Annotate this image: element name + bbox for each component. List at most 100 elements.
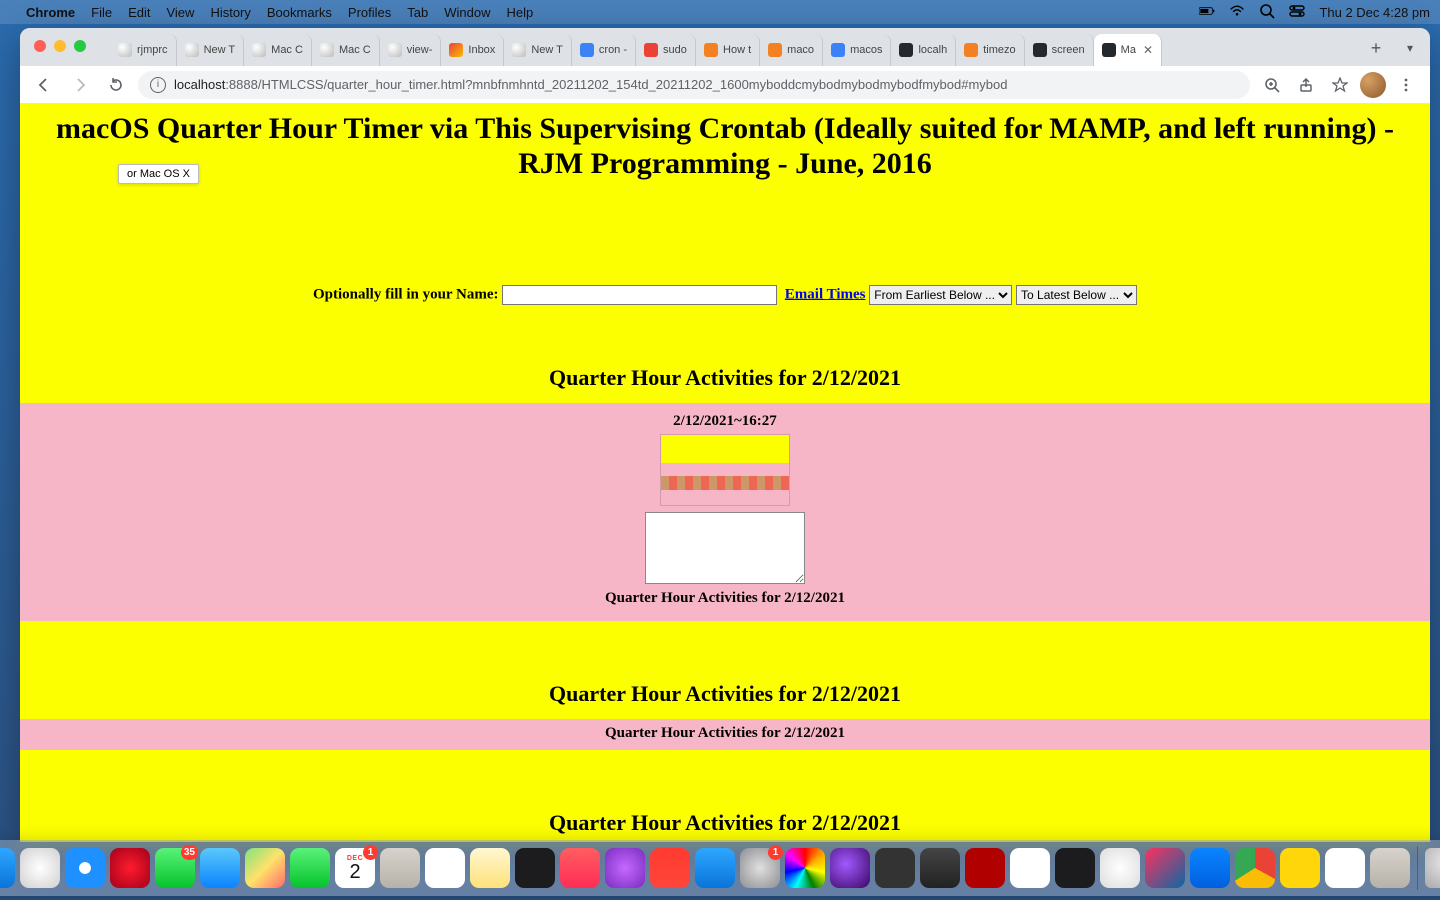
chrome-menu-icon[interactable] (1392, 71, 1420, 99)
name-input[interactable] (502, 285, 777, 305)
dock-warn-icon[interactable] (1280, 848, 1320, 888)
menu-edit[interactable]: Edit (128, 5, 150, 20)
wifi-icon[interactable] (1229, 3, 1245, 22)
profile-avatar[interactable] (1360, 72, 1386, 98)
dock-notes-icon[interactable] (470, 848, 510, 888)
browser-tab[interactable]: Inbox (441, 34, 504, 66)
dock-contacts-icon[interactable] (380, 848, 420, 888)
battery-icon[interactable] (1199, 3, 1215, 22)
dock-messages-icon[interactable]: 35 (155, 848, 195, 888)
dock-textedit-icon[interactable] (1325, 848, 1365, 888)
tab-favicon (449, 43, 463, 57)
dock-finder-icon[interactable] (0, 848, 15, 888)
dock-badge: 35 (181, 845, 198, 860)
bookmark-star-icon[interactable] (1326, 71, 1354, 99)
dock-reminders-icon[interactable] (425, 848, 465, 888)
tab-title: New T (204, 44, 236, 56)
dock-tv-icon[interactable] (515, 848, 555, 888)
browser-tab[interactable]: Mac C (312, 34, 380, 66)
page-title: macOS Quarter Hour Timer via This Superv… (20, 104, 1430, 185)
dock-settings-icon[interactable]: 1 (740, 848, 780, 888)
address-bar[interactable]: i localhost:8888/HTMLCSS/quarter_hour_ti… (138, 71, 1250, 99)
dock-audiomidi-icon[interactable] (920, 848, 960, 888)
dock-colorpicker-icon[interactable] (785, 848, 825, 888)
browser-tab[interactable]: maco (760, 34, 823, 66)
activity-block-2: Quarter Hour Activities for 2/12/2021 (20, 719, 1430, 750)
share-icon[interactable] (1292, 71, 1320, 99)
browser-tab[interactable]: timezo (956, 34, 1024, 66)
browser-tab[interactable]: Ma✕ (1094, 34, 1162, 66)
browser-tab[interactable]: localh (891, 34, 956, 66)
dock-music-icon[interactable] (560, 848, 600, 888)
menu-view[interactable]: View (166, 5, 194, 20)
window-maximize-button[interactable] (74, 40, 86, 52)
browser-tab[interactable]: New T (177, 34, 245, 66)
window-minimize-button[interactable] (54, 40, 66, 52)
menu-history[interactable]: History (210, 5, 250, 20)
dock-chrome-icon[interactable] (1235, 848, 1275, 888)
dock-firefox-icon[interactable] (830, 848, 870, 888)
reload-button[interactable] (102, 71, 130, 99)
dock-filezilla-icon[interactable] (965, 848, 1005, 888)
menu-window[interactable]: Window (444, 5, 490, 20)
zoom-icon[interactable] (1258, 71, 1286, 99)
menu-help[interactable]: Help (507, 5, 534, 20)
browser-tab[interactable]: sudo (636, 34, 696, 66)
window-close-button[interactable] (34, 40, 46, 52)
dock-calendar-icon[interactable]: DEC21 (335, 848, 375, 888)
new-tab-button[interactable]: + (1362, 34, 1390, 62)
snapshot-timestamp: 2/12/2021~16:27 (20, 413, 1430, 430)
dock-news-icon[interactable] (650, 848, 690, 888)
tab-overflow-button[interactable]: ▾ (1396, 34, 1424, 62)
menu-tab[interactable]: Tab (407, 5, 428, 20)
dock-safari-icon[interactable] (65, 848, 105, 888)
dock-opera-icon[interactable] (110, 848, 150, 888)
spotlight-icon[interactable] (1259, 3, 1275, 22)
tab-title: sudo (663, 44, 687, 56)
control-center-icon[interactable] (1289, 3, 1305, 22)
browser-tab[interactable]: cron - (572, 34, 636, 66)
snapshot-thumbnail[interactable] (660, 434, 790, 506)
tab-close-icon[interactable]: ✕ (1143, 43, 1153, 57)
page-viewport[interactable]: macOS Quarter Hour Timer via This Superv… (20, 104, 1430, 842)
menu-file[interactable]: File (91, 5, 112, 20)
forward-button[interactable] (66, 71, 94, 99)
menubar-clock[interactable]: Thu 2 Dec 4:28 pm (1319, 5, 1430, 20)
browser-tab[interactable]: rjmprc (110, 34, 177, 66)
dock-intellij-icon[interactable] (1145, 848, 1185, 888)
section-heading-3: Quarter Hour Activities for 2/12/2021 (20, 810, 1430, 836)
browser-tab[interactable]: macos (823, 34, 891, 66)
dock-launchpad-icon[interactable] (20, 848, 60, 888)
from-time-select[interactable]: From Earliest Below ... (869, 285, 1012, 305)
dock-maps-icon[interactable] (245, 848, 285, 888)
browser-tab[interactable]: New T (504, 34, 572, 66)
dock-facetime-icon[interactable] (290, 848, 330, 888)
back-button[interactable] (30, 71, 58, 99)
dock-other-icon[interactable] (1370, 848, 1410, 888)
dock-calculator-icon[interactable] (875, 848, 915, 888)
dock-keynote-icon[interactable] (1190, 848, 1230, 888)
site-info-icon[interactable]: i (150, 77, 166, 93)
dock-bbedit-icon[interactable] (1010, 848, 1050, 888)
dock-github-icon[interactable] (1100, 848, 1140, 888)
dock-mail-icon[interactable] (200, 848, 240, 888)
to-time-select[interactable]: To Latest Below ... (1016, 285, 1137, 305)
dock-terminal-icon[interactable] (1055, 848, 1095, 888)
browser-tab[interactable]: How t (696, 34, 760, 66)
browser-tab[interactable]: Mac C (244, 34, 312, 66)
tab-title: Mac C (271, 44, 303, 56)
email-times-link[interactable]: Email Times (785, 286, 866, 302)
annotation-textarea[interactable] (645, 512, 805, 584)
browser-tab[interactable]: view- (380, 34, 442, 66)
tab-title: macos (850, 44, 882, 56)
dock-appstore-icon[interactable] (695, 848, 735, 888)
browser-tab[interactable]: screen (1025, 34, 1094, 66)
dock-trash-icon[interactable] (1425, 848, 1440, 888)
menu-profiles[interactable]: Profiles (348, 5, 391, 20)
dock-podcasts-icon[interactable] (605, 848, 645, 888)
url-path: :8888/HTMLCSS/quarter_hour_timer.html?mn… (225, 77, 1007, 92)
app-name-menu[interactable]: Chrome (26, 5, 75, 20)
tab-favicon (118, 43, 132, 57)
tab-favicon (580, 43, 594, 57)
menu-bookmarks[interactable]: Bookmarks (267, 5, 332, 20)
